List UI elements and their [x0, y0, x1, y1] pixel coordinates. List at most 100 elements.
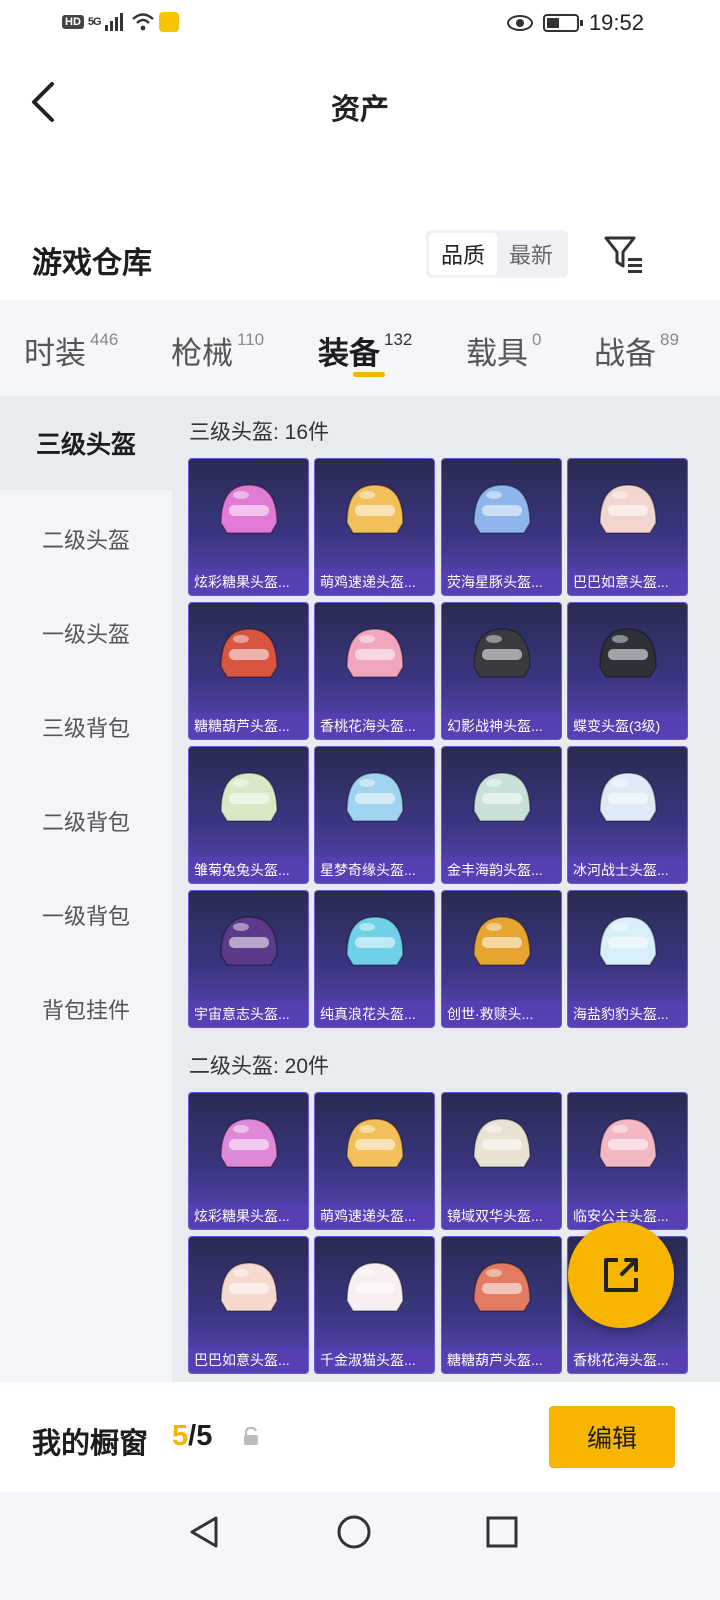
helmet-icon: [472, 628, 531, 678]
helmet-icon: [345, 484, 404, 534]
nav-back-icon[interactable]: [184, 1512, 224, 1552]
item-card[interactable]: 幻影战神头盔...: [441, 602, 562, 740]
showcase-label: 我的橱窗: [32, 1428, 149, 1460]
active-tab-indicator: [353, 372, 385, 377]
tab-fashion[interactable]: 时装 446: [24, 328, 118, 373]
tab-label: 载具: [466, 336, 528, 371]
item-card[interactable]: 蝶变头盔(3级): [567, 602, 688, 740]
helmet-icon: [345, 628, 404, 678]
item-name: 蝶变头盔(3级): [568, 713, 687, 739]
item-card[interactable]: 海盐豹豹头盔...: [567, 890, 688, 1028]
item-card[interactable]: 糖糖葫芦头盔...: [441, 1236, 562, 1374]
item-card[interactable]: 雏菊兔兔头盔...: [188, 746, 309, 884]
helmet-icon: [472, 1262, 531, 1312]
status-right: 19:52: [506, 10, 644, 36]
page-title: 资产: [330, 94, 389, 126]
tab-equipment[interactable]: 装备 132: [318, 328, 412, 373]
item-card[interactable]: 纯真浪花头盔...: [314, 890, 435, 1028]
sidebar: 三级头盔 二级头盔 一级头盔 三级背包 二级背包 一级背包 背包挂件: [0, 396, 172, 1382]
item-card[interactable]: 炫彩糖果头盔...: [188, 1092, 309, 1230]
filter-button[interactable]: [600, 232, 646, 276]
sidebar-item-level2-backpack[interactable]: 二级背包: [0, 774, 172, 868]
system-navbar: [0, 1492, 720, 1600]
item-name: 金丰海韵头盔...: [442, 857, 561, 883]
item-name: 幻影战神头盔...: [442, 713, 561, 739]
item-name: 香桃花海头盔...: [568, 1347, 687, 1373]
tab-count: 0: [532, 330, 542, 349]
item-name: 巴巴如意头盔...: [568, 569, 687, 595]
item-card[interactable]: 临安公主头盔...: [567, 1092, 688, 1230]
item-card[interactable]: 金丰海韵头盔...: [441, 746, 562, 884]
tab-weapons[interactable]: 枪械 110: [171, 328, 264, 373]
filter-icon: [604, 236, 642, 273]
helmet-icon: [219, 772, 278, 822]
helmet-icon: [345, 1118, 404, 1168]
wifi-icon: [131, 13, 154, 31]
item-card[interactable]: 宇宙意志头盔...: [188, 890, 309, 1028]
item-card[interactable]: 星梦奇缘头盔...: [314, 746, 435, 884]
showcase-current: 5: [172, 1420, 189, 1452]
nav-recents-icon[interactable]: [482, 1512, 522, 1552]
helmet-icon: [472, 1118, 531, 1168]
section-head: 游戏仓库 品质 最新: [0, 228, 720, 292]
status-left: HD 5G: [62, 12, 179, 32]
item-name: 炫彩糖果头盔...: [189, 1203, 308, 1229]
item-card[interactable]: 香桃花海头盔...: [314, 602, 435, 740]
item-card[interactable]: 镜域双华头盔...: [441, 1092, 562, 1230]
item-name: 萌鸡速递头盔...: [315, 569, 434, 595]
battery-icon: [542, 14, 583, 32]
tab-count: 132: [384, 330, 413, 349]
sort-toggle: 品质 最新: [426, 230, 568, 278]
sidebar-item-level3-backpack[interactable]: 三级背包: [0, 680, 172, 774]
external-link-icon: [604, 1258, 638, 1292]
group-title: 二级头盔: 20件: [189, 1055, 330, 1078]
helmet-icon: [219, 1262, 278, 1312]
sidebar-item-level1-helmet[interactable]: 一级头盔: [0, 586, 172, 680]
item-card[interactable]: 创世·救赎头...: [441, 890, 562, 1028]
tab-count: 446: [90, 330, 119, 349]
item-card[interactable]: 萌鸡速递头盔...: [314, 458, 435, 596]
tab-supplies[interactable]: 战备 89: [594, 328, 679, 373]
sidebar-item-level3-helmet[interactable]: 三级头盔: [0, 396, 172, 490]
lock-icon: [244, 1426, 258, 1445]
item-name: 冰河战士头盔...: [568, 857, 687, 883]
tab-vehicles[interactable]: 载具 0: [466, 328, 541, 373]
item-name: 千金淑猫头盔...: [315, 1347, 434, 1373]
item-card[interactable]: 荧海星豚头盔...: [441, 458, 562, 596]
nav-home-icon[interactable]: [334, 1512, 374, 1552]
share-fab-button[interactable]: [568, 1222, 674, 1328]
sort-quality-button[interactable]: 品质: [429, 233, 497, 275]
header: 资产: [0, 60, 720, 150]
sidebar-item-backpack-charm[interactable]: 背包挂件: [0, 962, 172, 1056]
item-name: 海盐豹豹头盔...: [568, 1001, 687, 1027]
edit-button[interactable]: 编辑: [549, 1406, 675, 1468]
item-card[interactable]: 千金淑猫头盔...: [314, 1236, 435, 1374]
item-name: 雏菊兔兔头盔...: [189, 857, 308, 883]
item-card[interactable]: 炫彩糖果头盔...: [188, 458, 309, 596]
showcase-count: 5/5: [172, 1420, 212, 1453]
helmet-icon: [219, 484, 278, 534]
group-title: 三级头盔: 16件: [189, 421, 330, 444]
item-card[interactable]: 冰河战士头盔...: [567, 746, 688, 884]
section-title: 游戏仓库: [32, 247, 152, 280]
item-name: 荧海星豚头盔...: [442, 569, 561, 595]
item-name: 香桃花海头盔...: [315, 713, 434, 739]
helmet-icon: [598, 772, 657, 822]
item-name: 纯真浪花头盔...: [315, 1001, 434, 1027]
helmet-icon: [345, 772, 404, 822]
eye-comfort-icon: [506, 15, 533, 31]
helmet-icon: [472, 772, 531, 822]
signal-bars-icon: [104, 13, 123, 31]
hd-icon: HD: [62, 15, 84, 29]
sidebar-item-level2-helmet[interactable]: 二级头盔: [0, 492, 172, 586]
showcase-total: /5: [188, 1420, 213, 1452]
sort-newest-button[interactable]: 最新: [497, 233, 565, 275]
item-card[interactable]: 萌鸡速递头盔...: [314, 1092, 435, 1230]
sidebar-item-level1-backpack[interactable]: 一级背包: [0, 868, 172, 962]
item-card[interactable]: 巴巴如意头盔...: [188, 1236, 309, 1374]
status-bar: HD 5G 19:52: [0, 0, 720, 50]
item-card[interactable]: 巴巴如意头盔...: [567, 458, 688, 596]
item-name: 宇宙意志头盔...: [189, 1001, 308, 1027]
item-card[interactable]: 糖糖葫芦头盔...: [188, 602, 309, 740]
helmet-icon: [472, 484, 531, 534]
